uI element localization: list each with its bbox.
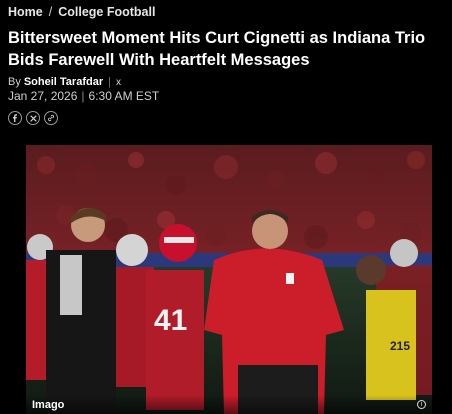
publish-time: 6:30 AM EST [88,89,160,103]
jersey-number-215: 215 [390,339,410,353]
author-x-icon[interactable]: x [116,77,121,88]
breadcrumb: Home / College Football [8,5,155,19]
link-icon[interactable] [44,111,58,125]
breadcrumb-section-link[interactable]: College Football [58,5,155,19]
article-headline: Bittersweet Moment Hits Curt Cignetti as… [8,29,426,69]
byline: By Soheil Tarafdar | x [8,76,121,88]
dateline: Jan 27, 2026 | 6:30 AM EST [8,89,159,103]
dateline-divider: | [81,89,85,103]
share-buttons [8,111,58,125]
info-icon[interactable]: i [417,400,426,409]
facebook-icon[interactable] [8,111,22,125]
publish-date: Jan 27, 2026 [8,89,78,103]
author-link[interactable]: Soheil Tarafdar [24,76,103,88]
image-credit-bar: Imago i [26,395,432,414]
jersey-number-41: 41 [154,304,187,337]
byline-divider: | [108,76,111,88]
article-hero-image: 41 215 [26,145,432,414]
x-icon[interactable] [26,111,40,125]
image-credit: Imago [32,398,65,411]
breadcrumb-home-link[interactable]: Home [8,5,43,19]
byline-prefix: By [8,76,21,88]
breadcrumb-separator: / [48,5,53,19]
